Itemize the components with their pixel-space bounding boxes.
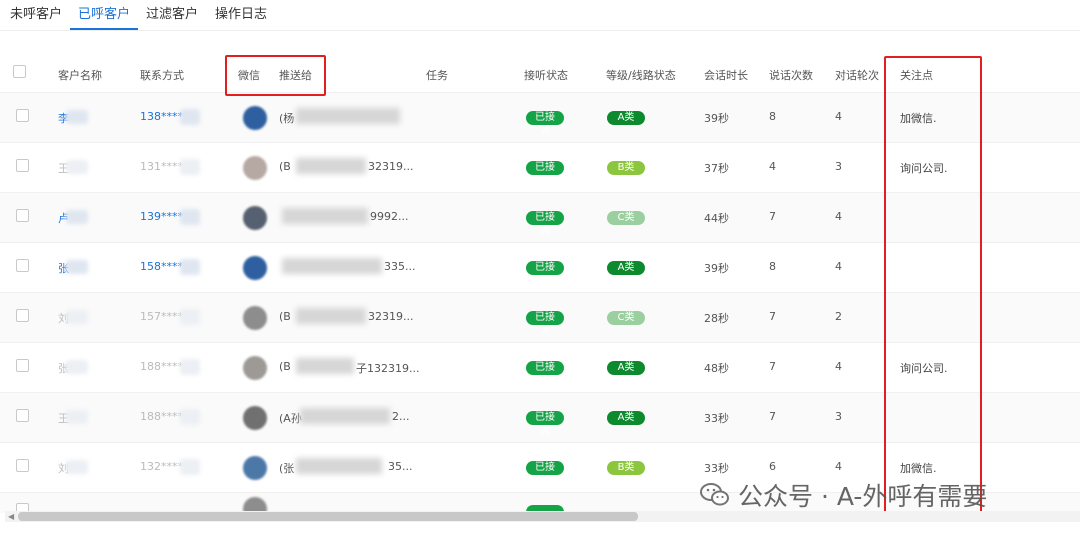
grade-badge: C类 <box>607 311 645 325</box>
answer-status-badge: 已接通 <box>526 361 564 387</box>
grade-badge: A类 <box>607 261 645 275</box>
push-target-suffix: 32319... <box>368 310 414 323</box>
col-phone: 联系方式 <box>140 69 184 82</box>
push-target: (张 <box>279 462 295 475</box>
talk-count: 7 <box>769 210 776 223</box>
col-answer-status: 接听状态 <box>524 69 568 82</box>
push-target-suffix: 子132319... <box>356 362 420 375</box>
customer-phone[interactable]: 158**** <box>140 260 183 273</box>
call-duration: 48秒 <box>704 362 729 375</box>
customer-phone[interactable]: 157**** <box>140 310 183 323</box>
push-target-suffix: 335... <box>384 260 416 273</box>
turn-count: 4 <box>835 210 842 223</box>
call-duration: 44秒 <box>704 212 729 225</box>
talk-count: 4 <box>769 160 776 173</box>
grade-badge: B类 <box>607 161 645 175</box>
grade-badge: B类 <box>607 461 645 475</box>
call-duration: 28秒 <box>704 312 729 325</box>
customer-phone[interactable]: 188**** <box>140 360 183 373</box>
highlight-focus-column <box>884 56 982 514</box>
row-checkbox[interactable] <box>16 209 29 222</box>
push-target-suffix: 32319... <box>368 160 414 173</box>
talk-count: 8 <box>769 110 776 123</box>
answer-status-badge: 已接通 <box>526 161 564 187</box>
push-target-suffix: 9992... <box>370 210 409 223</box>
grade-badge: A类 <box>607 361 645 375</box>
wechat-avatar <box>243 406 267 430</box>
customer-tabs: 未呼客户 已呼客户 过滤客户 操作日志 <box>0 0 1080 31</box>
talk-count: 7 <box>769 310 776 323</box>
wechat-avatar <box>243 356 267 380</box>
row-checkbox[interactable] <box>16 159 29 172</box>
tab-operation-log[interactable]: 操作日志 <box>215 3 267 22</box>
wechat-avatar <box>243 256 267 280</box>
customer-phone[interactable]: 188**** <box>140 410 183 423</box>
wechat-avatar <box>243 106 267 130</box>
push-target-suffix: 2... <box>392 410 410 423</box>
col-grade: 等级/线路状态 <box>606 69 676 82</box>
wechat-avatar <box>243 456 267 480</box>
wechat-avatar <box>243 156 267 180</box>
tab-filtered[interactable]: 过滤客户 <box>146 3 198 22</box>
talk-count: 7 <box>769 410 776 423</box>
push-target: (B <box>279 160 291 173</box>
row-checkbox[interactable] <box>16 259 29 272</box>
push-target-suffix: 35... <box>388 460 413 473</box>
customer-phone[interactable]: 132**** <box>140 460 183 473</box>
turn-count: 4 <box>835 110 842 123</box>
row-checkbox[interactable] <box>16 109 29 122</box>
talk-count: 8 <box>769 260 776 273</box>
row-checkbox[interactable] <box>16 359 29 372</box>
answer-status-badge: 已接通 <box>526 211 564 237</box>
turn-count: 4 <box>835 460 842 473</box>
push-target: (B <box>279 310 291 323</box>
wechat-avatar <box>243 206 267 230</box>
active-tab-indicator <box>70 28 138 30</box>
answer-status-badge: 已接通 <box>526 111 564 137</box>
answer-status-badge: 已接通 <box>526 261 564 287</box>
scrollbar-thumb[interactable] <box>18 512 638 521</box>
answer-status-badge: 已接通 <box>526 461 564 487</box>
call-duration: 39秒 <box>704 112 729 125</box>
tab-called[interactable]: 已呼客户 <box>78 3 130 22</box>
answer-status-badge: 已接通 <box>526 411 564 437</box>
answer-status-badge: 已接通 <box>526 311 564 337</box>
select-all-checkbox[interactable] <box>13 65 26 78</box>
push-target: (A孙 <box>279 412 302 425</box>
highlight-wechat-push <box>225 55 326 96</box>
scroll-left-icon[interactable]: ◀ <box>8 512 14 521</box>
customer-phone[interactable]: 138**** <box>140 110 183 123</box>
grade-badge: A类 <box>607 411 645 425</box>
customer-phone[interactable]: 139**** <box>140 210 183 223</box>
col-turns: 对话轮次 <box>835 69 879 82</box>
col-name: 客户名称 <box>58 69 102 82</box>
col-duration: 会话时长 <box>704 69 748 82</box>
turn-count: 3 <box>835 160 842 173</box>
talk-count: 6 <box>769 460 776 473</box>
row-checkbox[interactable] <box>16 459 29 472</box>
talk-count: 7 <box>769 360 776 373</box>
customer-phone[interactable]: 131**** <box>140 160 183 173</box>
row-checkbox[interactable] <box>16 309 29 322</box>
grade-badge: A类 <box>607 111 645 125</box>
turn-count: 4 <box>835 360 842 373</box>
turn-count: 3 <box>835 410 842 423</box>
turn-count: 4 <box>835 260 842 273</box>
call-duration: 39秒 <box>704 262 729 275</box>
wechat-logo-icon <box>700 482 730 508</box>
push-target: (B <box>279 360 291 373</box>
tab-uncalled[interactable]: 未呼客户 <box>10 3 62 22</box>
call-duration: 37秒 <box>704 162 729 175</box>
row-checkbox[interactable] <box>16 409 29 422</box>
turn-count: 2 <box>835 310 842 323</box>
call-duration: 33秒 <box>704 412 729 425</box>
watermark-text: 公众号 · A-外呼有需要 <box>738 482 988 511</box>
grade-badge: C类 <box>607 211 645 225</box>
watermark: 公众号 · A-外呼有需要 <box>700 475 1060 515</box>
call-duration: 33秒 <box>704 462 729 475</box>
push-target: (杨 <box>279 112 295 125</box>
col-talks: 说话次数 <box>769 69 813 82</box>
col-task: 任务 <box>426 69 448 82</box>
wechat-avatar <box>243 306 267 330</box>
